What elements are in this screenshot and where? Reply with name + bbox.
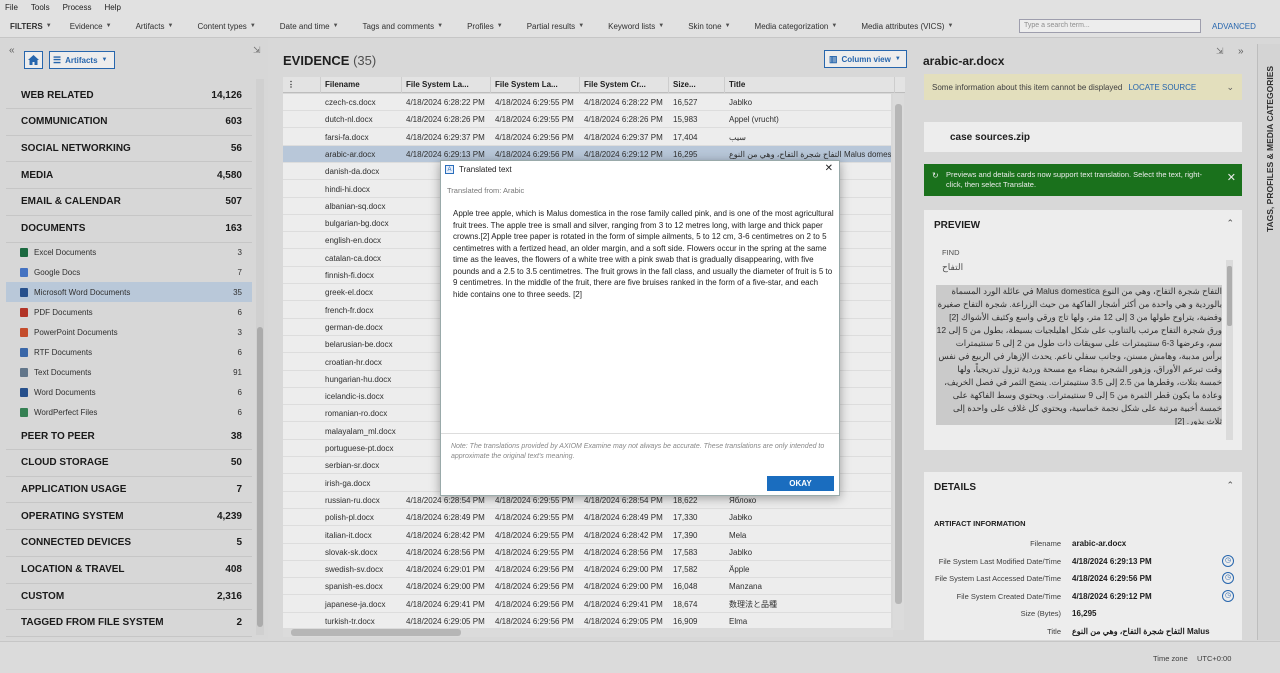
translated-text: Apple tree apple, which is Malus domesti… — [453, 209, 834, 299]
dialog-subtitle: Translated from: Arabic — [447, 186, 525, 195]
translation-disclaimer: Note: The translations provided by AXIOM… — [451, 443, 825, 460]
translated-text-dialog: A Translated text ✕ Translated from: Ara… — [440, 160, 840, 496]
dialog-title: Translated text — [459, 165, 512, 174]
dialog-divider — [441, 433, 839, 434]
translate-icon: A — [445, 165, 454, 174]
dialog-title-bar: A Translated text ✕ — [441, 161, 839, 178]
okay-button[interactable]: OKAY — [767, 476, 834, 491]
close-icon[interactable]: ✕ — [825, 163, 833, 174]
